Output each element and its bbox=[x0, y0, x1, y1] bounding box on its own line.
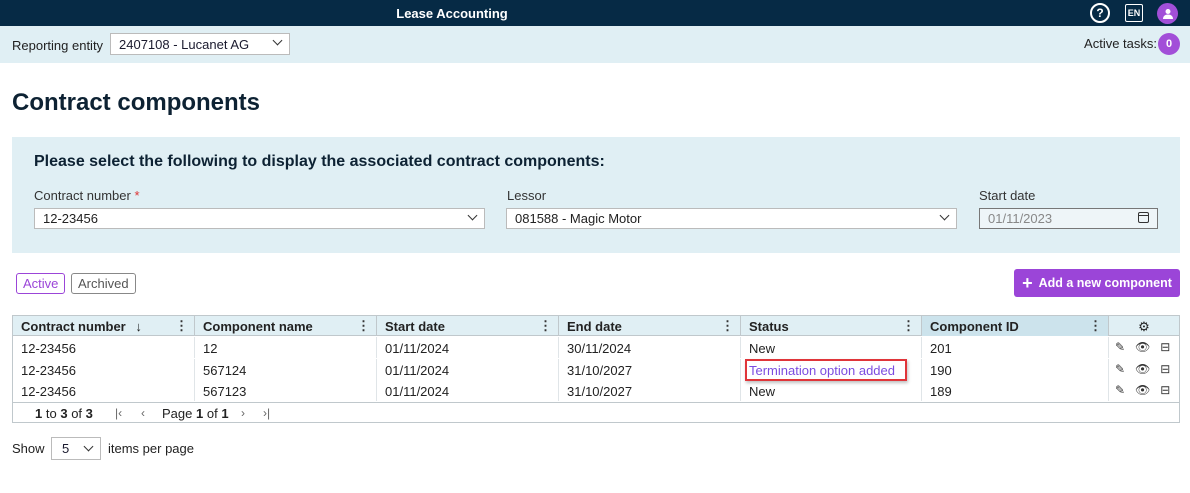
pagination-range: 1 to 3 of 3 bbox=[35, 406, 93, 421]
table-row[interactable]: 12-23456 567123 01/11/2024 31/10/2027 Ne… bbox=[13, 380, 1179, 401]
highlight-box bbox=[745, 359, 907, 381]
calendar-icon[interactable] bbox=[1138, 212, 1149, 223]
column-menu-icon[interactable]: ⋮ bbox=[357, 318, 370, 334]
column-header-component-name[interactable]: Component name ⋮ bbox=[195, 316, 377, 336]
reporting-entity-label: Reporting entity bbox=[12, 38, 104, 53]
table-header: Contract number ↓ ⋮ Component name ⋮ Start… bbox=[13, 316, 1179, 336]
cell-component-id: 189 bbox=[922, 380, 1109, 401]
cell-end-date: 31/10/2027 bbox=[559, 380, 741, 401]
page-title: Contract components bbox=[12, 89, 261, 116]
column-header-status[interactable]: Status ⋮ bbox=[741, 316, 922, 336]
lessor-select[interactable]: 081588 - Magic Motor bbox=[506, 208, 957, 229]
edit-icon[interactable]: ✎ bbox=[1115, 383, 1125, 398]
chevron-down-icon bbox=[272, 35, 283, 46]
plus-icon: + bbox=[1022, 273, 1033, 293]
table-row[interactable]: 12-23456 567124 01/11/2024 31/10/2027 Te… bbox=[13, 359, 1179, 380]
column-menu-icon[interactable]: ⋮ bbox=[539, 318, 552, 334]
start-date-value: 01/11/2023 bbox=[988, 211, 1053, 226]
cell-end-date: 31/10/2027 bbox=[559, 359, 741, 380]
view-icon[interactable]: 👁 bbox=[1135, 383, 1150, 398]
archive-icon[interactable]: ⊟ bbox=[1160, 340, 1170, 355]
language-button[interactable]: EN bbox=[1125, 4, 1143, 22]
items-per-page-value: 5 bbox=[62, 441, 70, 456]
contract-number-label: Contract number * bbox=[34, 188, 140, 203]
column-menu-icon[interactable]: ⋮ bbox=[721, 318, 734, 334]
cell-end-date: 30/11/2024 bbox=[559, 337, 741, 358]
cell-contract-number: 12-23456 bbox=[13, 337, 195, 358]
column-header-component-id[interactable]: Component ID ⋮ bbox=[922, 316, 1109, 336]
view-icon[interactable]: 👁 bbox=[1135, 340, 1150, 355]
edit-icon[interactable]: ✎ bbox=[1115, 340, 1125, 355]
sort-down-icon[interactable]: ↓ bbox=[135, 319, 142, 334]
archive-icon[interactable]: ⊟ bbox=[1160, 383, 1170, 398]
row-actions: ✎ 👁 ⊟ bbox=[1109, 380, 1179, 401]
cell-start-date: 01/11/2024 bbox=[377, 337, 559, 358]
filter-panel: Please select the following to display t… bbox=[12, 137, 1180, 253]
cell-component-name: 567124 bbox=[195, 359, 377, 380]
reporting-entity-select[interactable]: 2407108 - Lucanet AG bbox=[110, 33, 290, 55]
cell-status: New bbox=[741, 380, 922, 401]
chevron-down-icon bbox=[83, 441, 94, 452]
cell-status: New bbox=[741, 337, 922, 358]
contract-number-value: 12-23456 bbox=[43, 211, 98, 226]
cell-component-name: 12 bbox=[195, 337, 377, 358]
contract-number-select[interactable]: 12-23456 bbox=[34, 208, 485, 229]
cell-start-date: 01/11/2024 bbox=[377, 380, 559, 401]
page-indicator: Page 1 of 1 bbox=[162, 406, 229, 421]
chevron-down-icon bbox=[939, 210, 950, 221]
start-date-label: Start date bbox=[979, 188, 1036, 203]
chevron-down-icon bbox=[467, 210, 478, 221]
previous-page-button[interactable]: ‹ bbox=[141, 406, 145, 420]
reporting-entity-value: 2407108 - Lucanet AG bbox=[119, 37, 250, 52]
cell-component-id: 190 bbox=[922, 359, 1109, 380]
cell-start-date: 01/11/2024 bbox=[377, 359, 559, 380]
tab-active[interactable]: Active bbox=[16, 273, 66, 294]
cell-component-id: 201 bbox=[922, 337, 1109, 358]
top-bar: Lease Accounting ? EN bbox=[0, 0, 1190, 26]
column-menu-icon[interactable]: ⋮ bbox=[1089, 318, 1102, 334]
column-menu-icon[interactable]: ⋮ bbox=[902, 318, 915, 334]
required-mark: * bbox=[134, 188, 140, 203]
table-pagination: 1 to 3 of 3 |‹ ‹ Page 1 of 1 › ›| bbox=[13, 402, 1179, 422]
add-component-button[interactable]: + Add a new component bbox=[1014, 269, 1180, 297]
archive-icon[interactable]: ⊟ bbox=[1160, 362, 1170, 377]
filter-heading: Please select the following to display t… bbox=[34, 153, 605, 170]
cell-component-name: 567123 bbox=[195, 380, 377, 401]
cell-contract-number: 12-23456 bbox=[13, 359, 195, 380]
active-tasks-label: Active tasks: bbox=[1084, 36, 1157, 51]
first-page-button[interactable]: |‹ bbox=[115, 406, 122, 420]
row-actions: ✎ 👁 ⊟ bbox=[1109, 337, 1179, 358]
app-title: Lease Accounting bbox=[396, 6, 508, 21]
components-table: Contract number ↓ ⋮ Component name ⋮ Start… bbox=[12, 315, 1180, 423]
last-page-button[interactable]: ›| bbox=[263, 406, 270, 420]
start-date-field[interactable]: 01/11/2023 bbox=[979, 208, 1158, 229]
active-tasks-badge[interactable]: 0 bbox=[1158, 33, 1180, 55]
items-per-page-select[interactable]: 5 bbox=[51, 437, 101, 460]
reporting-entity-bar: Reporting entity 2407108 - Lucanet AG Ac… bbox=[0, 26, 1190, 63]
cell-contract-number: 12-23456 bbox=[13, 380, 195, 401]
lessor-value: 081588 - Magic Motor bbox=[515, 211, 642, 226]
column-header-contract-number[interactable]: Contract number ↓ ⋮ bbox=[13, 316, 195, 336]
view-icon[interactable]: 👁 bbox=[1135, 362, 1150, 377]
tab-archived[interactable]: Archived bbox=[71, 273, 136, 294]
lessor-label: Lessor bbox=[507, 188, 547, 203]
items-per-page-label: items per page bbox=[108, 441, 194, 456]
user-avatar-icon[interactable] bbox=[1157, 3, 1178, 24]
edit-icon[interactable]: ✎ bbox=[1115, 362, 1125, 377]
add-component-label: Add a new component bbox=[1038, 276, 1172, 290]
column-header-start-date[interactable]: Start date ⋮ bbox=[377, 316, 559, 336]
column-menu-icon[interactable]: ⋮ bbox=[175, 318, 188, 334]
table-row[interactable]: 12-23456 12 01/11/2024 30/11/2024 New 20… bbox=[13, 337, 1179, 358]
table-settings-icon[interactable]: ⚙ bbox=[1109, 316, 1179, 336]
help-icon[interactable]: ? bbox=[1090, 3, 1110, 23]
column-header-end-date[interactable]: End date ⋮ bbox=[559, 316, 741, 336]
next-page-button[interactable]: › bbox=[241, 406, 245, 420]
row-actions: ✎ 👁 ⊟ bbox=[1109, 359, 1179, 380]
show-label: Show bbox=[12, 441, 45, 456]
